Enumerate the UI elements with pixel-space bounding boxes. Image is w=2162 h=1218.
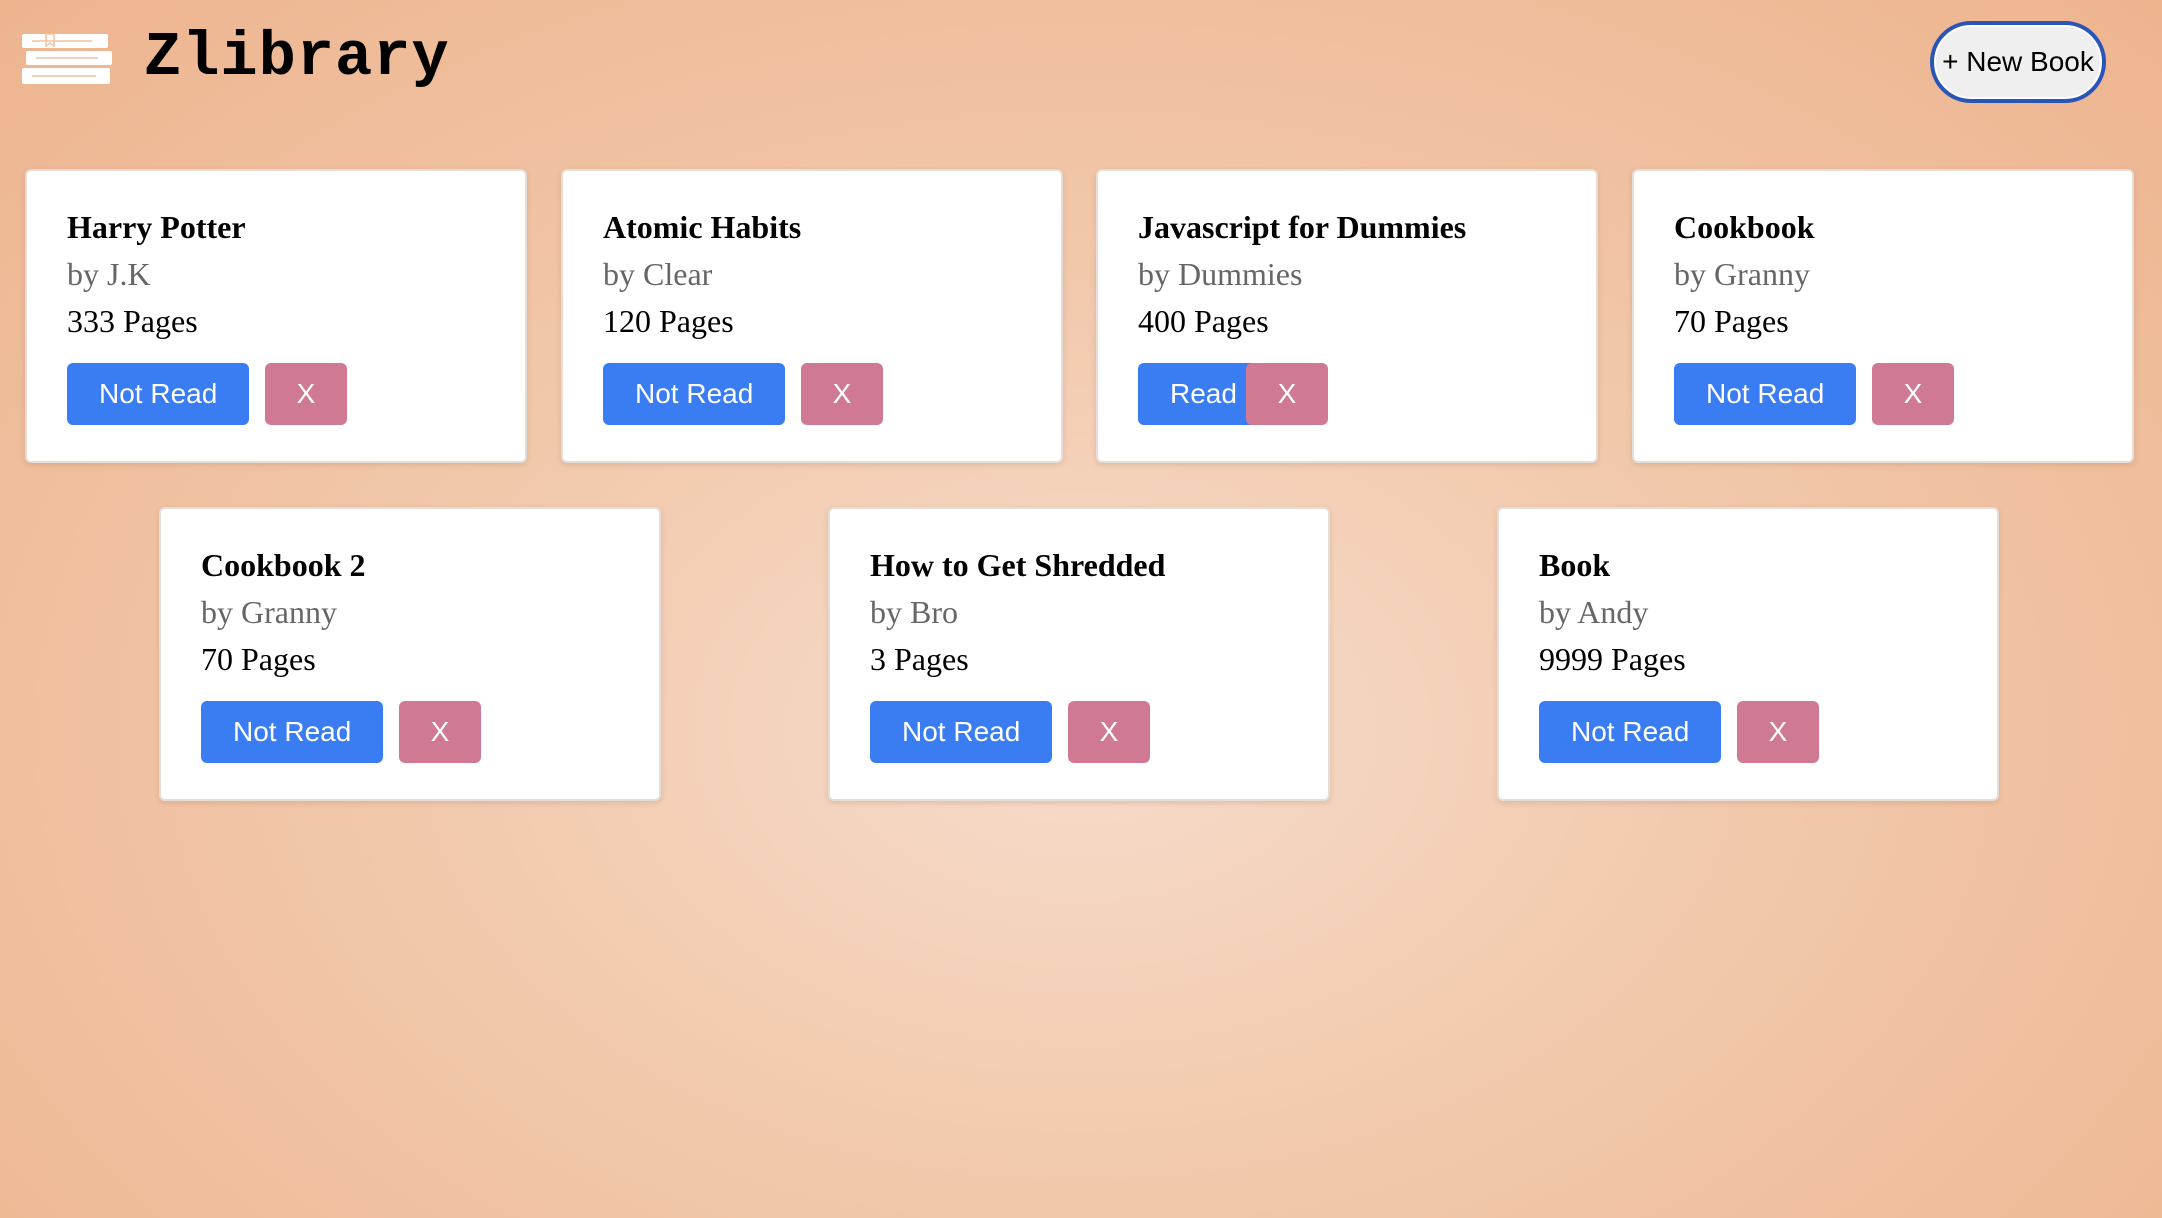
book-author: by Andy <box>1539 594 1649 630</box>
book-title: Harry Potter <box>67 209 246 245</box>
delete-book-button[interactable]: X <box>1737 701 1819 763</box>
delete-book-button[interactable]: X <box>1068 701 1150 763</box>
delete-book-button[interactable]: X <box>1246 363 1328 425</box>
book-pages: 120 Pages <box>603 303 734 339</box>
app-title: Zlibrary <box>144 22 450 93</box>
book-card: Javascript for Dummies by Dummies 400 Pa… <box>1096 169 1598 463</box>
book-author: by Granny <box>201 594 337 630</box>
read-status-button[interactable]: Not Read <box>870 701 1053 763</box>
new-book-button[interactable]: + New Book <box>1930 21 2106 103</box>
delete-book-button[interactable]: X <box>265 363 347 425</box>
delete-book-button[interactable]: X <box>801 363 883 425</box>
book-pages: 3 Pages <box>870 641 969 677</box>
book-card: How to Get Shredded by Bro 3 Pages Not R… <box>828 507 1330 801</box>
header: Zlibrary + New Book <box>0 0 2162 130</box>
book-author: by J.K <box>67 256 151 292</box>
books-stack-icon <box>22 33 112 84</box>
read-status-button[interactable]: Not Read <box>1674 363 1857 425</box>
book-card: Harry Potter by J.K 333 Pages Not Read X <box>25 169 527 463</box>
book-pages: 400 Pages <box>1138 303 1269 339</box>
book-title: Cookbook 2 <box>201 547 366 583</box>
delete-book-button[interactable]: X <box>1872 363 1954 425</box>
read-status-button[interactable]: Not Read <box>1539 701 1722 763</box>
book-card: Atomic Habits by Clear 120 Pages Not Rea… <box>561 169 1063 463</box>
read-status-button[interactable]: Not Read <box>201 701 384 763</box>
delete-book-button[interactable]: X <box>399 701 481 763</box>
book-card: Cookbook by Granny 70 Pages Not Read X <box>1632 169 2134 463</box>
read-status-button[interactable]: Not Read <box>67 363 250 425</box>
book-author: by Dummies <box>1138 256 1303 292</box>
book-author: by Granny <box>1674 256 1810 292</box>
book-title: Javascript for Dummies <box>1138 209 1467 245</box>
book-title: Cookbook <box>1674 209 1815 245</box>
book-title: How to Get Shredded <box>870 547 1166 583</box>
book-card: Book by Andy 9999 Pages Not Read X <box>1497 507 1999 801</box>
book-author: by Bro <box>870 594 958 630</box>
book-pages: 9999 Pages <box>1539 641 1686 677</box>
book-card: Cookbook 2 by Granny 70 Pages Not Read X <box>159 507 661 801</box>
book-title: Atomic Habits <box>603 209 802 245</box>
read-status-button[interactable]: Not Read <box>603 363 786 425</box>
book-pages: 70 Pages <box>1674 303 1789 339</box>
book-title: Book <box>1539 547 1611 583</box>
book-pages: 333 Pages <box>67 303 198 339</box>
book-pages: 70 Pages <box>201 641 316 677</box>
book-author: by Clear <box>603 256 713 292</box>
